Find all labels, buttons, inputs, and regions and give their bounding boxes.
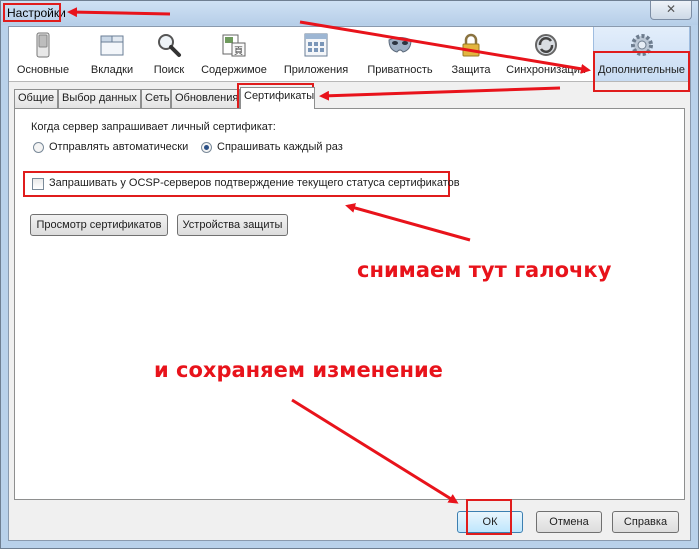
- toolbar-item-tabs[interactable]: Вкладки: [85, 27, 139, 81]
- annotation-save-change: и сохраняем изменение: [154, 358, 443, 382]
- tab-general[interactable]: Общие: [14, 89, 58, 108]
- toolbar-item-content[interactable]: 頁 Содержимое: [197, 27, 271, 81]
- search-icon: [158, 34, 181, 57]
- tab-data-choices[interactable]: Выбор данных: [58, 89, 141, 108]
- tab-certificates[interactable]: Сертификаты: [240, 87, 315, 109]
- applications-icon: [304, 33, 328, 57]
- close-button[interactable]: ✕: [650, 1, 692, 20]
- radio-ask-every-time-label: Спрашивать каждый раз: [217, 141, 343, 153]
- tab-updates[interactable]: Обновления: [171, 89, 240, 108]
- content-icon: 頁: [222, 34, 246, 57]
- security-devices-button[interactable]: Устройства защиты: [177, 214, 288, 236]
- lock-icon: [462, 33, 480, 57]
- request-label: Когда сервер запрашивает личный сертифик…: [31, 121, 276, 133]
- toolbar-item-security[interactable]: Защита: [447, 27, 495, 81]
- ok-highlight-box: [466, 499, 512, 535]
- switch-icon: [36, 32, 50, 58]
- radio-send-automatically-label: Отправлять автоматически: [49, 141, 189, 153]
- toolbar-item-search[interactable]: Поиск: [147, 27, 191, 81]
- ocsp-checkbox[interactable]: [32, 178, 44, 190]
- tabs-icon: [100, 35, 124, 56]
- annotation-uncheck-here: снимаем тут галочку: [357, 258, 612, 282]
- toolbar-item-privacy[interactable]: Приватность: [363, 27, 437, 81]
- svg-text:頁: 頁: [234, 46, 243, 57]
- toolbar-item-sync[interactable]: Синхронизация: [503, 27, 589, 81]
- view-certificates-button[interactable]: Просмотр сертификатов: [30, 214, 168, 236]
- radio-ask-every-time[interactable]: [201, 142, 212, 153]
- mask-icon: [388, 37, 412, 53]
- title-highlight-box: [3, 3, 61, 22]
- help-button[interactable]: Справка: [612, 511, 679, 533]
- toolbar-item-general[interactable]: Основные: [13, 27, 73, 81]
- dialog-client: Основные Вкладки Поиск 頁 Содержимое Прил…: [8, 26, 691, 541]
- radio-send-automatically[interactable]: [33, 142, 44, 153]
- preferences-toolbar: Основные Вкладки Поиск 頁 Содержимое Прил…: [9, 27, 690, 82]
- advanced-highlight-box: [593, 51, 690, 92]
- title-bar: Настройки ✕: [1, 1, 698, 25]
- tab-network[interactable]: Сеть: [141, 89, 171, 108]
- toolbar-item-applications[interactable]: Приложения: [281, 27, 351, 81]
- certificates-panel: Когда сервер запрашивает личный сертифик…: [14, 108, 685, 500]
- sync-icon: [535, 34, 557, 56]
- cancel-button[interactable]: Отмена: [536, 511, 602, 533]
- ocsp-checkbox-label: Запрашивать у OCSP-серверов подтверждени…: [49, 177, 460, 189]
